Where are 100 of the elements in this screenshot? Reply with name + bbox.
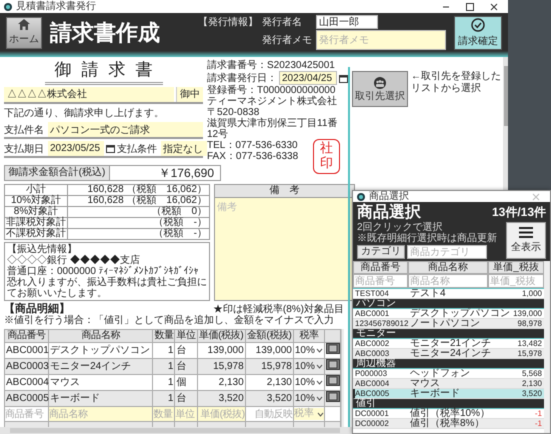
seal-stamp: 社印 [313,139,340,174]
caret-icon [316,396,323,401]
code-text: DC00002 [355,418,390,428]
price-text: 1,000 [522,288,542,298]
app-icon [357,193,365,201]
column-header: 商品名称 [48,330,153,342]
table-cell: 小計 [4,184,68,196]
list-row[interactable]: ABC0003 モニター24インチ 15,978 [353,349,544,359]
confirm-button[interactable]: 請求確定 [454,16,502,50]
terms-field[interactable]: 指定なし [161,141,207,156]
code-text: TEST004 [355,288,390,298]
row-action-button[interactable] [326,375,340,386]
tax-rate-dropdown[interactable]: 10% [294,392,323,404]
name-text: 値引（税率10%） [410,408,492,418]
issuer-detail: TEL：077-536-6330 [207,140,298,151]
input-field[interactable]: 数量 [153,407,174,421]
row-action-button[interactable] [326,343,340,354]
table-cell: 3,520 [197,390,246,406]
column-header: 金額(税抜) [245,330,294,342]
legend-text: ★印は軽減税率(8%)対象品目 [212,304,344,315]
column-header: 数量 [152,330,175,342]
vertical-scrollbar[interactable] [544,261,550,433]
caret-icon [316,380,323,385]
code-text: ABC0005 [355,388,390,398]
input-field[interactable]: 単価(税抜) [198,407,245,421]
field-label: 支払件名 [4,124,45,136]
caret-icon [316,364,323,369]
input-field[interactable]: 商品名称 [49,407,152,421]
invoice-number: 請求書番号：S20230425001 [207,60,336,71]
partner-select-button[interactable]: 取引先選択 [352,71,408,107]
category-field[interactable]: 商品カテゴリ [407,245,487,259]
calendar-icon[interactable] [339,74,348,82]
remarks-field[interactable]: 備考 [215,198,354,300]
note-text: ※値引を行う場合：「値引」として商品を追加し、金額をマイナスで入力 [4,315,335,326]
price-text: 2,130 [522,378,542,388]
total-label: 御請求金額合計(税込) [5,166,110,180]
column-header: 商品番号 [353,261,408,274]
date-field[interactable]: 2023/04/25 [279,71,337,85]
price-text: 13,482 [518,338,542,348]
caret-icon [316,412,324,416]
name-text: 値引（税率8%） [410,418,486,428]
tax-rate-dropdown[interactable]: 10% [294,360,323,372]
code-text: P000003 [355,368,388,378]
window-title: 見積書請求書発行 [16,0,96,12]
table-cell: （税額 -） [68,218,210,228]
list-row[interactable]: ABC0004 マウス 2,130 [353,379,544,389]
customer-field[interactable]: △△△△株式会社 [4,87,174,102]
row-action-button[interactable] [326,359,340,370]
table-cell: 3,520 [245,390,294,406]
field-label: 支払期日 [4,142,45,156]
table-cell: キーボード [48,390,153,406]
tax-rate-dropdown[interactable]: 10% [294,344,323,356]
table-cell: 8%対象計 [4,206,68,218]
name-field[interactable]: 山田一郎 [316,15,378,29]
field-label: 発行者メモ [262,34,312,47]
column-header: 単位 [174,330,198,342]
filter-field[interactable]: 商品番号 [353,274,408,288]
table-cell: モニター24インチ [48,358,153,374]
check-circle-icon [471,18,485,32]
issuer-detail: ティーマネジメント株式会社 [207,96,337,107]
code-text: DC00001 [355,408,390,418]
price-text: 5,568 [522,368,542,378]
column-header: 単価_税抜 [488,261,544,274]
field-label: 発行者名 [262,16,303,29]
table-cell: 160,628 （税額 16,062） [68,196,210,206]
home-icon [18,19,30,30]
code-text: ABC0004 [355,378,390,388]
subject-field[interactable]: パソコン一式のご請求 [48,122,203,137]
field-label: 請求書発行日： [207,72,277,84]
calendar-icon[interactable] [106,144,115,153]
group-header: 値引 [353,399,544,409]
issuer-detail: FAX：077-536-6338 [207,151,298,162]
issuer-detail: 〒520-0838 [207,107,260,118]
row-action-button[interactable] [326,391,340,402]
issuer-detail: 登録番号：T0000000000000 [207,85,336,96]
home-button[interactable]: ホーム [6,16,42,48]
filter-field[interactable]: 単価_税抜 [488,274,544,288]
show-all-button[interactable]: 全表示 [506,222,546,259]
filter-field[interactable]: 商品名称 [408,274,488,288]
app-icon [4,2,12,10]
date-field[interactable]: 2023/05/25 [48,141,104,156]
list-row[interactable]: ABC0005 キーボード 3,520 [353,389,544,399]
list-row[interactable]: 123456789012 ノートパソコン 98,978 [353,319,544,329]
price-text: 15,978 [518,348,542,358]
column-header: 単価(税抜) [197,330,246,342]
table-cell: ABC0005 [4,390,49,406]
name-text: ノートパソコン [410,318,481,328]
category-button[interactable]: カテゴリ [357,245,405,259]
table-cell: （税額 0） [68,206,210,218]
code-text: ABC0003 [355,348,390,358]
memo-field[interactable]: 発行者メモ [316,30,446,50]
input-field[interactable]: 単位 [175,407,197,421]
name-text: モニター24インチ [410,348,492,358]
name-text: テスト4 [410,288,447,298]
table-cell: （税額 -） [68,228,210,240]
people-icon [374,76,386,88]
price-text: -1 [534,408,542,418]
list-row[interactable]: DC00002 値引（税率8%） -1 [353,419,544,429]
tax-rate-dropdown[interactable]: 10% [294,376,323,388]
hint-text: 2回クリックで選択 ※既存明細行選択時は商品更新 [357,222,497,244]
